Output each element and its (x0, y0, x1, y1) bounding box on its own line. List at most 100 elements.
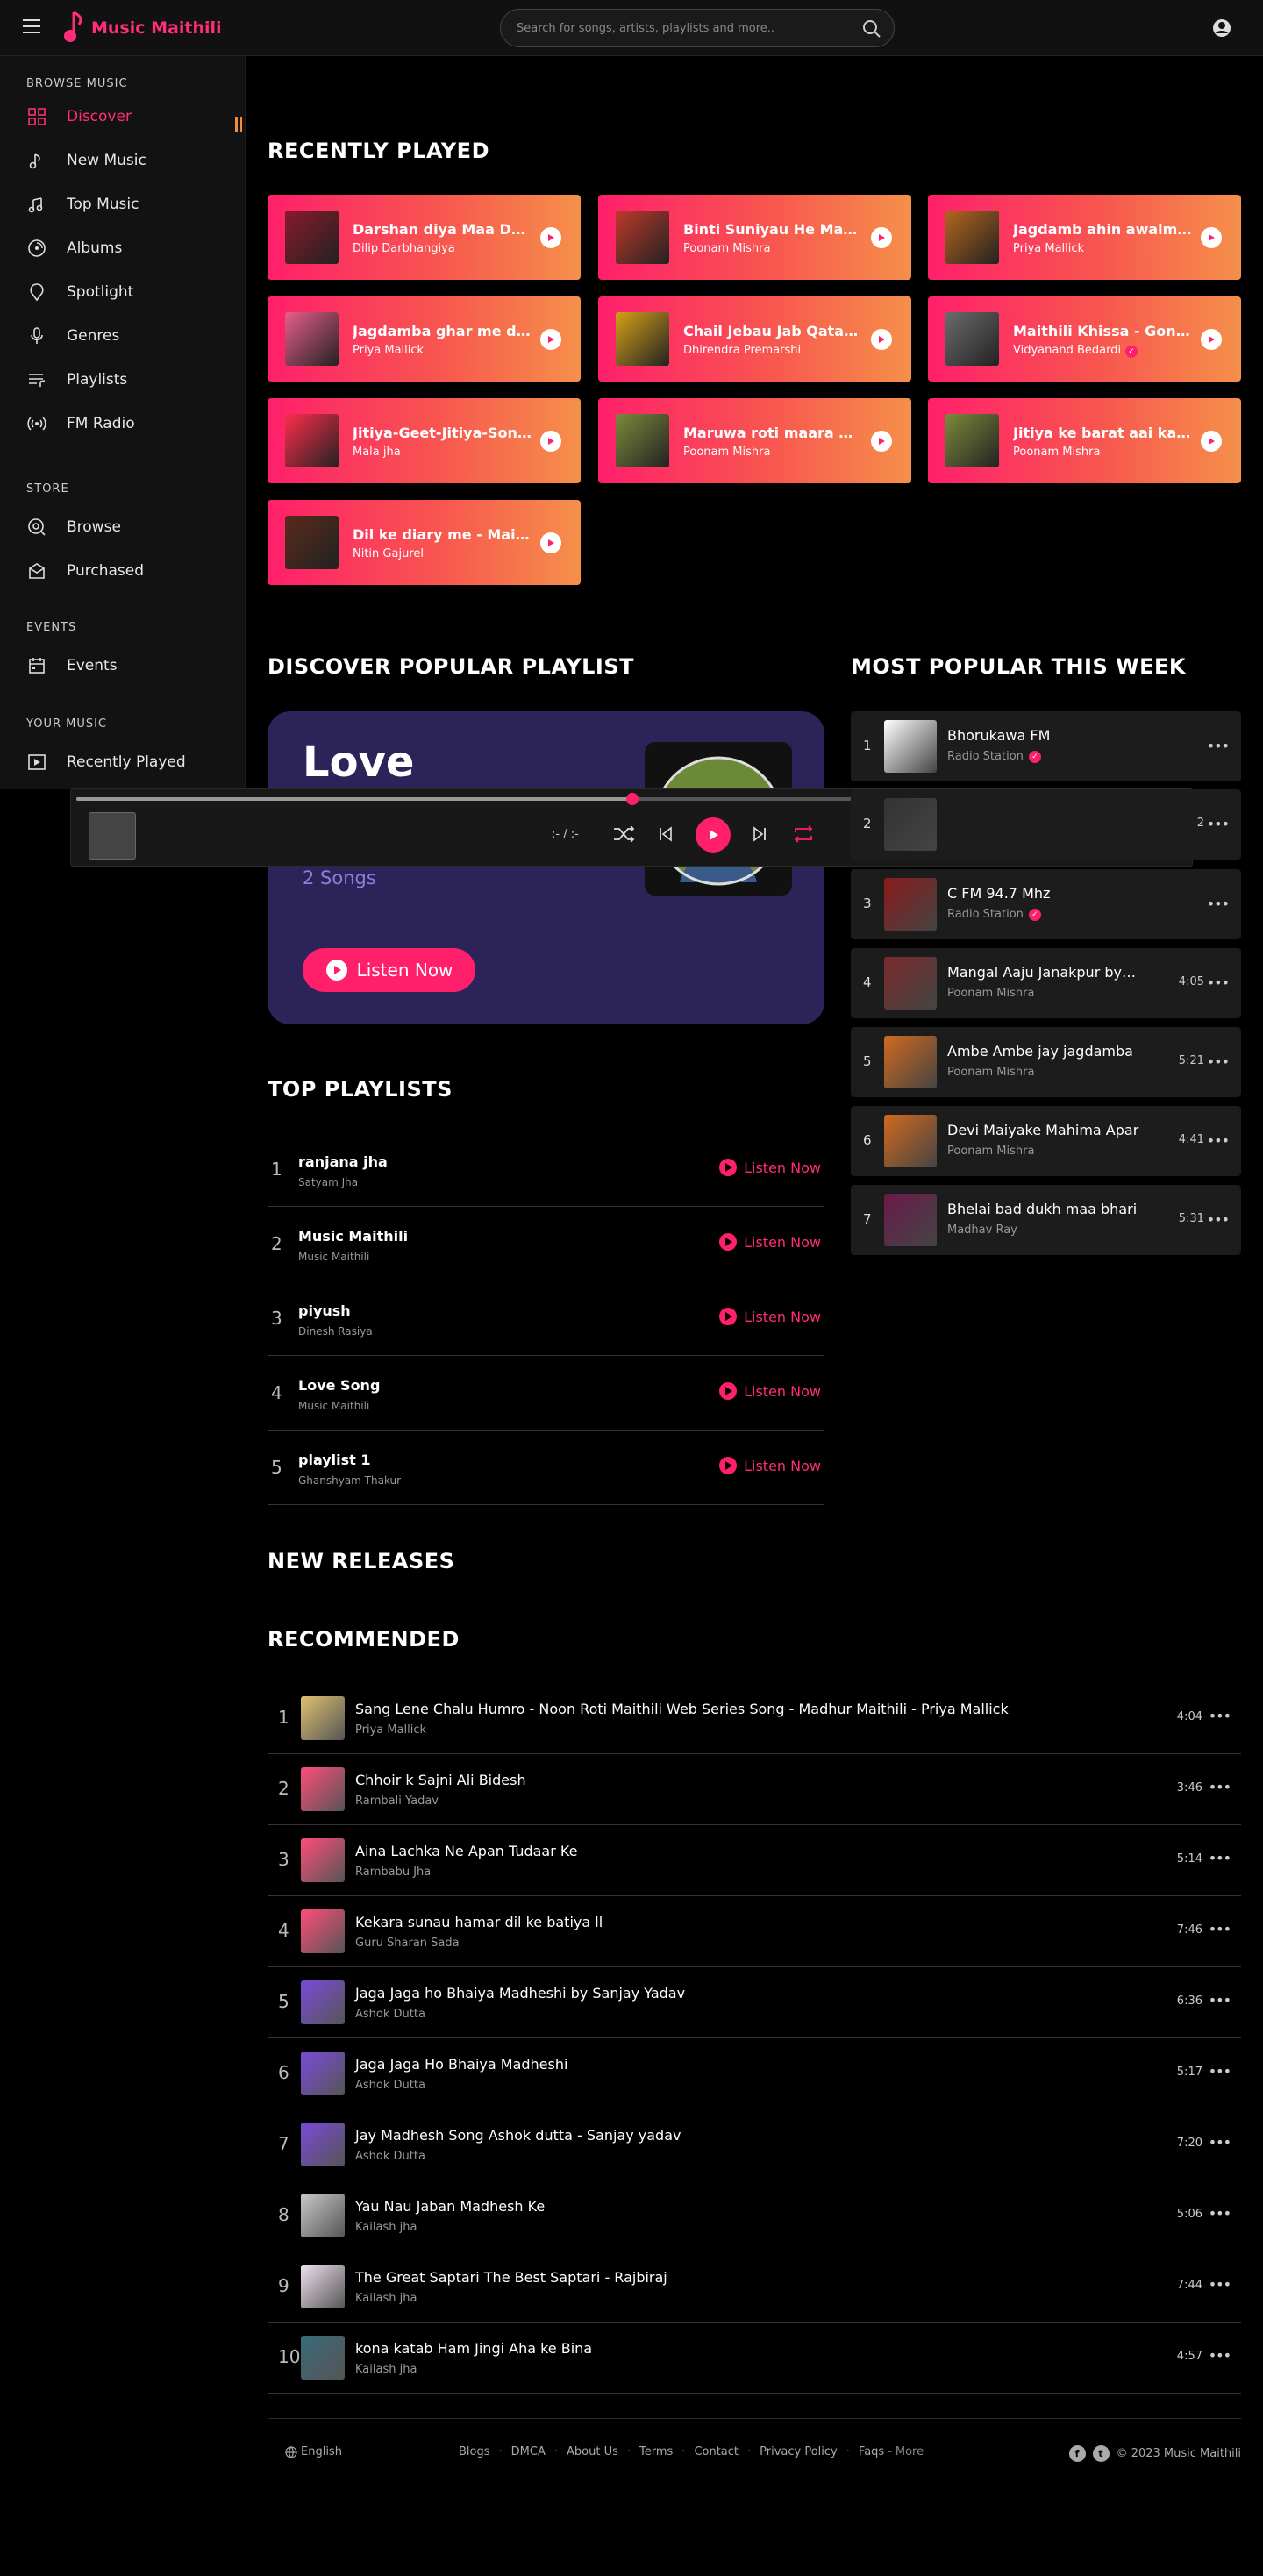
previous-track-icon[interactable] (658, 826, 674, 842)
user-account-icon[interactable] (1212, 18, 1231, 38)
footer-link[interactable]: About Us (567, 2445, 618, 2458)
more-options-icon[interactable]: ••• (1207, 1053, 1230, 1070)
recent-track-card[interactable]: Maruwa roti maara machhari Poonam Mishra (598, 398, 911, 483)
play-button[interactable] (871, 431, 892, 452)
recent-track-card[interactable]: Dil ke diary me - Maithili Nitin Gajurel (268, 500, 581, 585)
brand-name[interactable]: Music Maithili (91, 18, 222, 38)
more-options-icon[interactable]: ••• (1207, 738, 1230, 754)
footer-link[interactable]: Blogs (459, 2445, 490, 2458)
footer-link[interactable]: Terms (639, 2445, 673, 2458)
more-options-icon[interactable]: ••• (1209, 2134, 1231, 2151)
search-input[interactable] (517, 18, 850, 38)
more-options-icon[interactable]: ••• (1207, 974, 1230, 991)
featured-playlist-card[interactable]: Love 2 Songs Listen Now (268, 711, 824, 1024)
more-options-icon[interactable]: ••• (1209, 1850, 1231, 1866)
hamburger-menu-icon[interactable] (23, 19, 40, 33)
sidebar-item-recently-played[interactable]: Recently Played (26, 749, 246, 775)
next-track-icon[interactable] (752, 826, 767, 842)
recommended-track-row[interactable]: 1 Sang Lene Chalu Humro - Noon Roti Maith… (268, 1683, 1241, 1754)
play-button[interactable] (1201, 431, 1222, 452)
footer-link[interactable]: DMCA (511, 2445, 546, 2458)
play-button[interactable] (540, 532, 561, 553)
listen-now-button[interactable]: Listen Now (718, 1381, 821, 1401)
more-options-icon[interactable]: ••• (1209, 2063, 1231, 2080)
listen-now-button[interactable]: Listen Now (718, 1307, 821, 1326)
sidebar-item-discover[interactable]: Discover (26, 103, 246, 130)
sidebar-item-top-music[interactable]: Top Music (26, 191, 246, 218)
recommended-track-row[interactable]: 5 Jaga Jaga ho Bhaiya Madheshi by Sanjay … (268, 1967, 1241, 2038)
more-options-icon[interactable]: ••• (1209, 1779, 1231, 1795)
more-options-icon[interactable]: ••• (1209, 2205, 1231, 2222)
sidebar-item-fm-radio[interactable]: FM Radio (26, 410, 246, 437)
recommended-track-row[interactable]: 3 Aina Lachka Ne Apan Tudaar Ke Rambabu Jh… (268, 1825, 1241, 1896)
shuffle-icon[interactable] (612, 824, 635, 844)
recommended-track-row[interactable]: 8 Yau Nau Jaban Madhesh Ke Kailash jha 5:06… (268, 2180, 1241, 2251)
popular-track-row[interactable]: 1 Bhorukawa FM Radio Station ✓ ••• (851, 711, 1241, 781)
recommended-track-row[interactable]: 7 Jay Madhesh Song Ashok dutta - Sanjay y… (268, 2109, 1241, 2180)
popular-track-row[interactable]: 4 Mangal Aaju Janakpur by Poonam Poonam Mi… (851, 948, 1241, 1018)
popular-track-row[interactable]: 6 Devi Maiyake Mahima Apar Poonam Mishra 4:… (851, 1106, 1241, 1176)
more-options-icon[interactable]: ••• (1207, 896, 1230, 912)
playlist-row[interactable]: 4 Love Song Music Maithili Listen Now (268, 1356, 824, 1431)
twitter-icon[interactable]: t (1092, 2445, 1110, 2462)
more-options-icon[interactable]: ••• (1207, 816, 1230, 832)
footer-link[interactable]: Contact (694, 2445, 739, 2458)
footer-link[interactable]: Privacy Policy (760, 2445, 838, 2458)
footer-link[interactable]: Faqs (859, 2445, 884, 2458)
more-options-icon[interactable]: ••• (1207, 1132, 1230, 1149)
more-options-icon[interactable]: ••• (1209, 1708, 1231, 1724)
recent-track-card[interactable]: Jitiya ke barat aai karba Poonam Mishra (928, 398, 1241, 483)
sidebar-item-playlists[interactable]: Playlists (26, 367, 246, 393)
more-options-icon[interactable]: ••• (1209, 2276, 1231, 2293)
sidebar-item-browse[interactable]: Browse (26, 514, 246, 540)
recent-track-card[interactable]: Binti Suniyau He Maharani Poonam Mishra (598, 195, 911, 280)
listen-now-button[interactable]: Listen Now (718, 1232, 821, 1252)
more-options-icon[interactable]: ••• (1207, 1211, 1230, 1228)
play-button[interactable] (1201, 329, 1222, 350)
more-options-icon[interactable]: ••• (1209, 2347, 1231, 2364)
popular-track-row[interactable]: 2 2 ••• (851, 789, 1241, 860)
popular-track-row[interactable]: 5 Ambe Ambe jay jagdamba Poonam Mishra 5:21… (851, 1027, 1241, 1097)
recommended-track-row[interactable]: 4 Kekara sunau hamar dil ke batiya ll Guru… (268, 1896, 1241, 1967)
popular-track-row[interactable]: 7 Bhelai bad dukh maa bhari Madhav Ray 5:31… (851, 1185, 1241, 1255)
recommended-track-row[interactable]: 6 Jaga Jaga Ho Bhaiya Madheshi Ashok Dutta… (268, 2038, 1241, 2109)
recent-track-card[interactable]: Jagdamb ahin awalmbar Priya Mallick (928, 195, 1241, 280)
progress-knob[interactable] (626, 793, 639, 805)
play-button[interactable] (540, 227, 561, 248)
play-button[interactable] (696, 817, 731, 853)
language-selector[interactable]: English (285, 2445, 342, 2458)
recent-track-card[interactable]: Darshan diya Maa Durga Dilip Darbhangiya (268, 195, 581, 280)
play-button[interactable] (871, 329, 892, 350)
play-button[interactable] (540, 329, 561, 350)
sidebar-item-purchased[interactable]: Purchased (26, 558, 246, 584)
play-button[interactable] (871, 227, 892, 248)
sidebar-item-genres[interactable]: Genres (26, 323, 246, 349)
more-options-icon[interactable]: ••• (1209, 1992, 1231, 2009)
recent-track-card[interactable]: Maithili Khissa - Gonu Jha Vidyanand Beda… (928, 296, 1241, 382)
search-bar[interactable] (500, 9, 895, 47)
sidebar-item-spotlight[interactable]: Spotlight (26, 279, 246, 305)
recommended-track-row[interactable]: 2 Chhoir k Sajni Ali Bidesh Rambali Yadav 3… (268, 1754, 1241, 1825)
footer-more-link[interactable]: More (896, 2445, 924, 2458)
recent-track-card[interactable]: Chail Jebau Jab Qatar Mein Dhirendra Prem… (598, 296, 911, 382)
repeat-icon[interactable] (792, 824, 815, 844)
listen-now-button[interactable]: Listen Now (718, 1456, 821, 1475)
playlist-row[interactable]: 2 Music Maithili Music Maithili Listen Now (268, 1207, 824, 1281)
sidebar-item-albums[interactable]: Albums (26, 235, 246, 261)
recent-track-card[interactable]: Jagdamba ghar me diyara Priya Mallick (268, 296, 581, 382)
sidebar-item-events[interactable]: Events (26, 653, 246, 679)
popular-track-row[interactable]: 3 C FM 94.7 Mhz Radio Station ✓ ••• (851, 869, 1241, 939)
recent-track-card[interactable]: Jitiya-Geet-Jitiya-Song-2023 Mala jha (268, 398, 581, 483)
listen-now-button[interactable]: Listen Now (303, 948, 475, 992)
playlist-row[interactable]: 5 playlist 1 Ghanshyam Thakur Listen Now (268, 1431, 824, 1505)
play-button[interactable] (1201, 227, 1222, 248)
facebook-icon[interactable]: f (1068, 2445, 1086, 2462)
play-button[interactable] (540, 431, 561, 452)
sidebar-item-new-music[interactable]: New Music (26, 147, 246, 174)
logo-icon[interactable] (61, 9, 88, 47)
listen-now-button[interactable]: Listen Now (718, 1158, 821, 1177)
search-icon[interactable] (862, 19, 881, 39)
playlist-row[interactable]: 1 ranjana jha Satyam Jha Listen Now (268, 1132, 824, 1207)
recommended-track-row[interactable]: 9 The Great Saptari The Best Saptari - Ra… (268, 2251, 1241, 2323)
recommended-track-row[interactable]: 10 kona katab Ham Jingi Aha ke Bina Kailas… (268, 2323, 1241, 2394)
